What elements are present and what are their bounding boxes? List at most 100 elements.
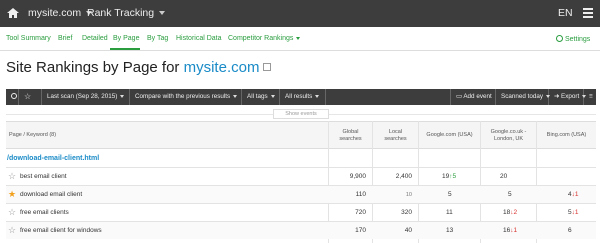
product-selector-label: Rank Tracking bbox=[87, 7, 155, 19]
header-bing-us[interactable]: Bing.com (USA) bbox=[536, 122, 596, 149]
rank-change-value: 1 bbox=[574, 191, 579, 198]
rank-google-uk: 18↓2 bbox=[503, 209, 517, 216]
tab-competitor-rankings[interactable]: Competitor Rankings bbox=[228, 35, 301, 42]
table-row[interactable]: ★ download email client 110 10 5 5 4↓1 bbox=[6, 185, 596, 203]
site-selector[interactable]: mysite.com bbox=[28, 7, 93, 19]
rank-google-uk: 16↓1 bbox=[503, 227, 517, 234]
rank-bing-us: 6 bbox=[568, 227, 572, 234]
rank-google-us: 5 bbox=[448, 191, 452, 198]
home-icon[interactable] bbox=[6, 6, 20, 20]
chevron-down-icon bbox=[296, 36, 301, 40]
rank-change-value: 1 bbox=[574, 209, 579, 216]
global-searches-cell: 9,900 bbox=[349, 173, 366, 180]
header-google-uk[interactable]: Google.co.uk - London, UK bbox=[480, 122, 536, 149]
page-title-prefix: Site Rankings by Page for bbox=[6, 59, 180, 76]
tab-by-tag[interactable]: By Tag bbox=[147, 35, 168, 42]
tab-historical-data[interactable]: Historical Data bbox=[176, 35, 222, 42]
favorites-filter-button[interactable]: ☆ bbox=[19, 89, 42, 105]
chevron-down-icon bbox=[270, 94, 275, 98]
rank-change-down: ↓1 bbox=[571, 191, 579, 198]
settings-link[interactable]: Settings bbox=[556, 35, 590, 43]
list-icon: ≡ bbox=[589, 93, 593, 100]
language-selector[interactable]: EN bbox=[558, 7, 573, 19]
tags-dropdown[interactable]: All tags bbox=[242, 89, 280, 105]
rank-change-value: 5 bbox=[452, 173, 457, 180]
show-events-button[interactable]: Show events bbox=[273, 109, 329, 119]
rank-google-uk: 20 bbox=[500, 173, 508, 180]
header-local-searches[interactable]: Local searches bbox=[372, 122, 418, 149]
global-searches-cell: 110 bbox=[355, 191, 366, 198]
product-selector[interactable]: Rank Tracking bbox=[87, 7, 166, 19]
keyword-cell[interactable]: free email client for windows bbox=[20, 227, 102, 234]
chevron-down-icon bbox=[233, 94, 238, 98]
search-icon bbox=[11, 93, 17, 99]
rank-google-us: 19↑5 bbox=[442, 173, 456, 180]
chevron-down-icon bbox=[120, 94, 125, 98]
rank-change-value: 2 bbox=[513, 209, 518, 216]
scanned-dropdown[interactable]: Scanned today bbox=[496, 89, 551, 105]
global-searches-cell: 720 bbox=[355, 209, 366, 216]
header-google-us[interactable]: Google.com (USA) bbox=[418, 122, 480, 149]
compare-dropdown[interactable]: Compare with the previous results bbox=[130, 89, 242, 105]
last-scan-label: Last scan (Sep 28, 2015) bbox=[47, 93, 118, 100]
star-icon[interactable]: ☆ bbox=[8, 207, 16, 217]
columns-menu-button[interactable]: ≡ bbox=[584, 89, 596, 105]
rank-bing-us: 4↓1 bbox=[568, 191, 579, 198]
header-global-searches[interactable]: Global searches bbox=[328, 122, 372, 149]
export-icon: ➜ bbox=[554, 93, 562, 100]
gear-icon bbox=[556, 35, 563, 42]
table-row[interactable]: ☆ free email client for windows 170 40 1… bbox=[6, 221, 596, 239]
add-event-button[interactable]: ▭ Add event bbox=[450, 89, 496, 105]
local-searches-cell: 320 bbox=[401, 209, 412, 216]
rank-google-us: 13 bbox=[446, 227, 454, 234]
scanned-label: Scanned today bbox=[501, 93, 544, 100]
tab-tool-summary[interactable]: Tool Summary bbox=[6, 35, 51, 42]
table-header: Page / Keyword (8) Global searches Local… bbox=[6, 121, 596, 149]
settings-label: Settings bbox=[565, 36, 591, 43]
keyword-cell[interactable]: best email client bbox=[20, 173, 67, 180]
star-icon[interactable]: ☆ bbox=[8, 225, 16, 235]
tab-bar: Tool Summary Brief Detailed By Page By T… bbox=[0, 27, 600, 51]
keyword-cell[interactable]: download email client bbox=[20, 191, 82, 198]
results-label: All results bbox=[285, 93, 313, 100]
tab-competitor-rankings-label: Competitor Rankings bbox=[228, 35, 294, 42]
star-icon[interactable]: ☆ bbox=[8, 171, 16, 181]
table-row[interactable]: ☆ best email client 9,900 2,400 19↑5 20 bbox=[6, 167, 596, 185]
add-event-label: Add event bbox=[463, 93, 492, 100]
rank-google-us: 11 bbox=[446, 209, 453, 216]
search-button[interactable] bbox=[6, 89, 19, 105]
rank-change-down: ↓1 bbox=[571, 209, 579, 216]
global-searches-cell: 170 bbox=[355, 227, 366, 234]
site-selector-label: mysite.com bbox=[28, 7, 82, 19]
last-scan-dropdown[interactable]: Last scan (Sep 28, 2015) bbox=[42, 89, 130, 105]
chevron-down-icon bbox=[315, 94, 320, 98]
page-title-site-link[interactable]: mysite.com bbox=[184, 59, 260, 76]
tab-detailed[interactable]: Detailed bbox=[82, 35, 108, 42]
results-dropdown[interactable]: All results bbox=[280, 89, 326, 105]
rank-change-value: 1 bbox=[513, 227, 518, 234]
rank-change-up: ↑5 bbox=[449, 173, 457, 180]
star-filled-icon[interactable]: ★ bbox=[8, 189, 16, 199]
export-label: Export bbox=[561, 93, 580, 100]
page-title: Site Rankings by Page for mysite.com bbox=[6, 59, 272, 76]
copy-icon[interactable] bbox=[263, 63, 272, 71]
local-searches-cell: 40 bbox=[404, 227, 412, 234]
local-searches-cell: 2,400 bbox=[395, 173, 412, 180]
export-dropdown[interactable]: ➜ Export bbox=[549, 89, 587, 105]
rank-bing-us: 5↓1 bbox=[568, 209, 579, 216]
tab-by-page[interactable]: By Page bbox=[113, 35, 139, 42]
top-navbar: mysite.com Rank Tracking EN bbox=[0, 0, 600, 27]
keyword-cell[interactable]: free email clients bbox=[20, 209, 69, 216]
tab-brief[interactable]: Brief bbox=[58, 35, 72, 42]
filter-toolbar: ☆ Last scan (Sep 28, 2015) Compare with … bbox=[6, 89, 596, 105]
star-icon: ☆ bbox=[24, 92, 32, 101]
chevron-down-icon bbox=[159, 11, 166, 16]
table-row[interactable]: ☆ free email clients 720 320 11 18↓2 5↓1 bbox=[6, 203, 596, 221]
header-keyword[interactable]: Page / Keyword (8) bbox=[6, 122, 328, 149]
hamburger-menu-icon[interactable] bbox=[583, 8, 593, 18]
compare-label: Compare with the previous results bbox=[135, 93, 231, 100]
rank-change-down: ↓2 bbox=[510, 209, 518, 216]
page-group-link[interactable]: /download-email-client.html bbox=[7, 155, 99, 162]
active-tab-indicator bbox=[110, 48, 140, 50]
rank-change-down: ↓1 bbox=[510, 227, 518, 234]
